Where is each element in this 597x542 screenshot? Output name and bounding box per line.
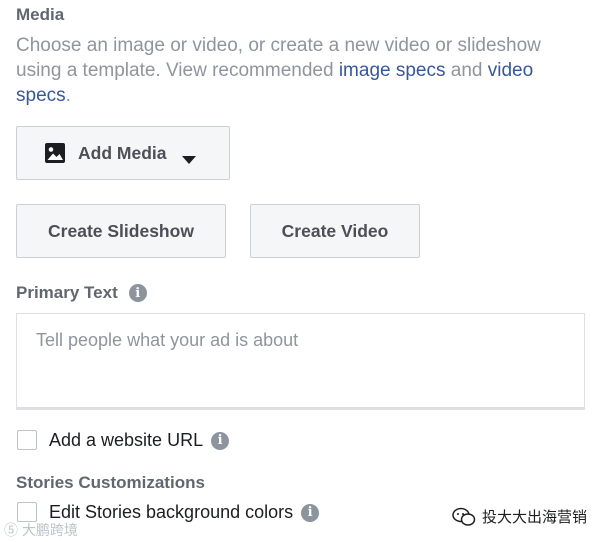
- watermark-right: 投大大出海营销: [452, 506, 587, 527]
- info-icon[interactable]: i: [301, 503, 320, 522]
- image-specs-link[interactable]: image specs: [339, 60, 446, 81]
- create-video-button[interactable]: Create Video: [250, 204, 420, 258]
- website-url-checkbox[interactable]: [17, 430, 37, 450]
- image-icon: [44, 142, 66, 164]
- add-media-label: Add Media: [78, 142, 167, 163]
- stories-bg-colors-row: Edit Stories background colors i: [49, 502, 320, 523]
- primary-text-placeholder: Tell people what your ad is about: [36, 330, 299, 350]
- create-slideshow-label: Create Slideshow: [48, 220, 194, 241]
- media-section-title: Media: [16, 5, 65, 24]
- stories-section-title: Stories Customizations: [16, 473, 205, 492]
- create-video-label: Create Video: [281, 220, 389, 241]
- wechat-icon: [452, 507, 476, 527]
- primary-text-input[interactable]: Tell people what your ad is about: [16, 313, 585, 410]
- primary-text-label: Primary Text: [16, 283, 118, 302]
- primary-text-header: Primary Text i: [16, 283, 147, 303]
- media-description-period: .: [65, 85, 71, 106]
- media-description-and: and: [445, 60, 488, 81]
- watermark-left: ⑤ 大鹏跨境: [4, 522, 78, 538]
- stories-bg-colors-label[interactable]: Edit Stories background colors: [49, 502, 293, 523]
- create-slideshow-button[interactable]: Create Slideshow: [16, 204, 226, 258]
- info-icon[interactable]: i: [211, 431, 230, 450]
- watermark-right-text: 投大大出海营销: [482, 509, 588, 526]
- caret-down-icon: [182, 149, 197, 164]
- media-description: Choose an image or video, or create a ne…: [16, 33, 576, 108]
- website-url-label[interactable]: Add a website URL: [49, 430, 203, 451]
- add-media-button[interactable]: Add Media: [16, 126, 230, 180]
- stories-bg-colors-checkbox[interactable]: [17, 502, 37, 522]
- website-url-row: Add a website URL i: [49, 430, 230, 451]
- info-icon[interactable]: i: [128, 284, 147, 302]
